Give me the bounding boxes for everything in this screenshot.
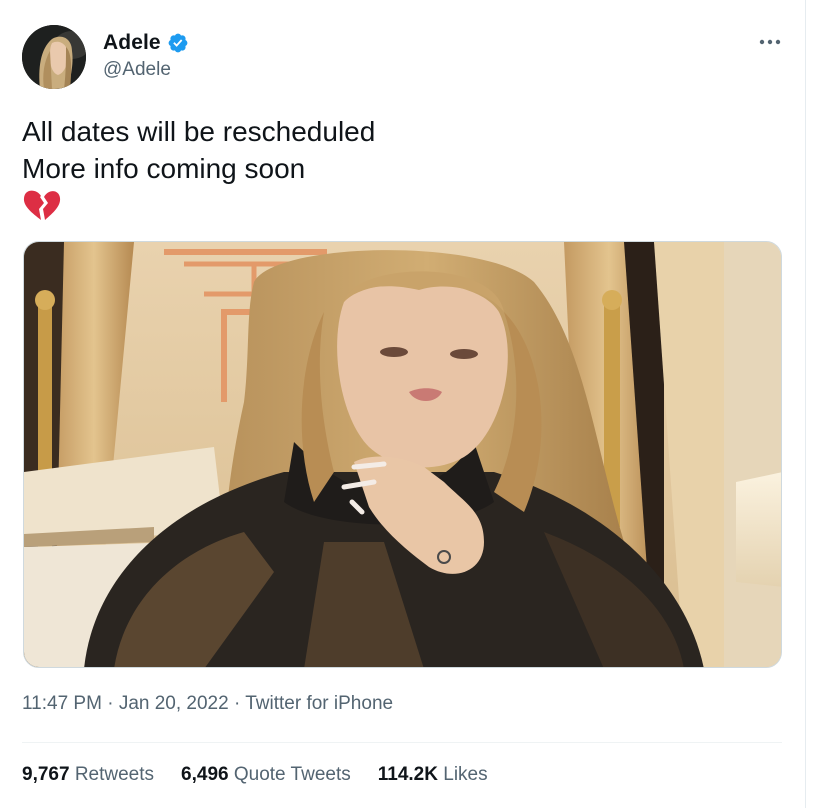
tweet-text-line-2: More info coming soon xyxy=(22,153,306,184)
tweet-text-line-1: All dates will be rescheduled xyxy=(22,116,376,147)
video-still-image xyxy=(24,242,781,667)
verified-badge-icon xyxy=(167,32,189,54)
avatar[interactable] xyxy=(22,25,86,89)
likes-label: Likes xyxy=(443,764,488,785)
retweets-count: 9,767 xyxy=(22,764,70,785)
avatar-image xyxy=(22,25,86,89)
tweet-media-video[interactable] xyxy=(23,241,782,668)
more-dots-icon xyxy=(759,39,781,45)
display-name[interactable]: Adele xyxy=(103,31,161,55)
meta-separator-1: · xyxy=(107,693,114,714)
broken-heart-icon xyxy=(22,188,64,222)
likes-count: 114.2K xyxy=(377,764,438,785)
likes-stat[interactable]: 114.2K Likes xyxy=(378,764,488,786)
retweets-stat[interactable]: 9,767 Retweets xyxy=(22,764,154,786)
quote-tweets-count: 6,496 xyxy=(181,764,229,785)
author-handle[interactable]: @Adele xyxy=(103,59,171,81)
tweet-source[interactable]: Twitter for iPhone xyxy=(245,693,393,714)
stats-divider xyxy=(22,742,782,743)
quote-tweets-label: Quote Tweets xyxy=(233,764,351,785)
tweet-text: All dates will be rescheduled More info … xyxy=(22,113,375,187)
tweet-stats: 9,767 Retweets 6,496 Quote Tweets 114.2K… xyxy=(22,764,488,786)
tweet-meta: 11:47 PM · Jan 20, 2022 · Twitter for iP… xyxy=(22,693,393,715)
author-name-row[interactable]: Adele xyxy=(103,31,189,55)
quote-tweets-stat[interactable]: 6,496 Quote Tweets xyxy=(181,764,351,786)
tweet-date[interactable]: Jan 20, 2022 xyxy=(119,693,229,714)
tweet-time[interactable]: 11:47 PM xyxy=(22,693,102,714)
tweet-card: Adele @Adele All dates will be reschedul… xyxy=(0,0,806,808)
retweets-label: Retweets xyxy=(74,764,155,785)
more-options-button[interactable] xyxy=(752,28,788,56)
meta-separator-2: · xyxy=(233,693,241,714)
